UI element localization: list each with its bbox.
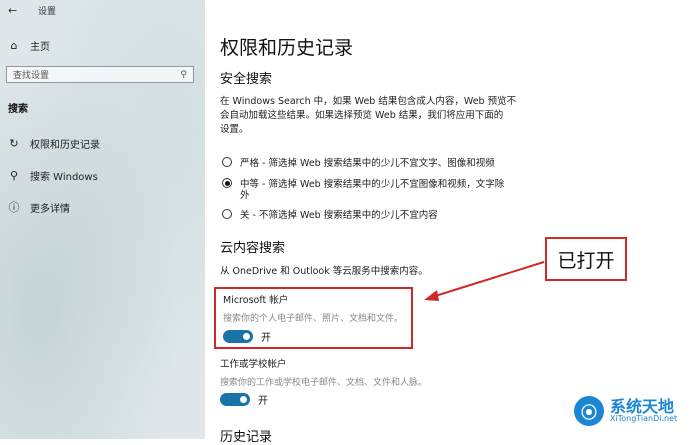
annotation-callout: 已打开 bbox=[545, 237, 627, 281]
search-placeholder: 查找设置 bbox=[13, 71, 50, 81]
history-icon: ↻ bbox=[9, 137, 19, 150]
watermark-logo: ⦿ 系统天地 XiTongTianDi.net bbox=[574, 396, 677, 426]
info-icon: ⓘ bbox=[8, 201, 20, 214]
sidebar-item-search-windows[interactable]: ⚲ 搜索 Windows bbox=[8, 168, 98, 183]
sidebar-item-permissions-history[interactable]: ↻ 权限和历史记录 bbox=[8, 136, 100, 151]
search-icon: ⚲ bbox=[9, 169, 19, 182]
sidebar-item-home[interactable]: ⌂ 主页 bbox=[8, 38, 51, 53]
logo-text-en: XiTongTianDi.net bbox=[610, 414, 678, 424]
sidebar-item-label: 更多详情 bbox=[30, 203, 70, 215]
search-icon: ⚲ bbox=[180, 69, 187, 80]
logo-text-cn: 系统天地 bbox=[610, 396, 675, 416]
sidebar-item-label: 权限和历史记录 bbox=[30, 140, 100, 151]
sidebar-category: 搜索 bbox=[8, 104, 28, 115]
back-arrow-icon[interactable]: ← bbox=[8, 4, 17, 17]
home-label: 主页 bbox=[30, 42, 50, 53]
search-input[interactable]: 查找设置 ⚲ bbox=[6, 66, 194, 83]
sidebar-item-more-details[interactable]: ⓘ 更多详情 bbox=[8, 199, 71, 215]
sidebar-item-label: 搜索 Windows bbox=[30, 172, 98, 183]
home-icon: ⌂ bbox=[10, 39, 18, 52]
logo-icon: ⦿ bbox=[574, 396, 604, 426]
app-title: 设置 bbox=[38, 7, 57, 17]
